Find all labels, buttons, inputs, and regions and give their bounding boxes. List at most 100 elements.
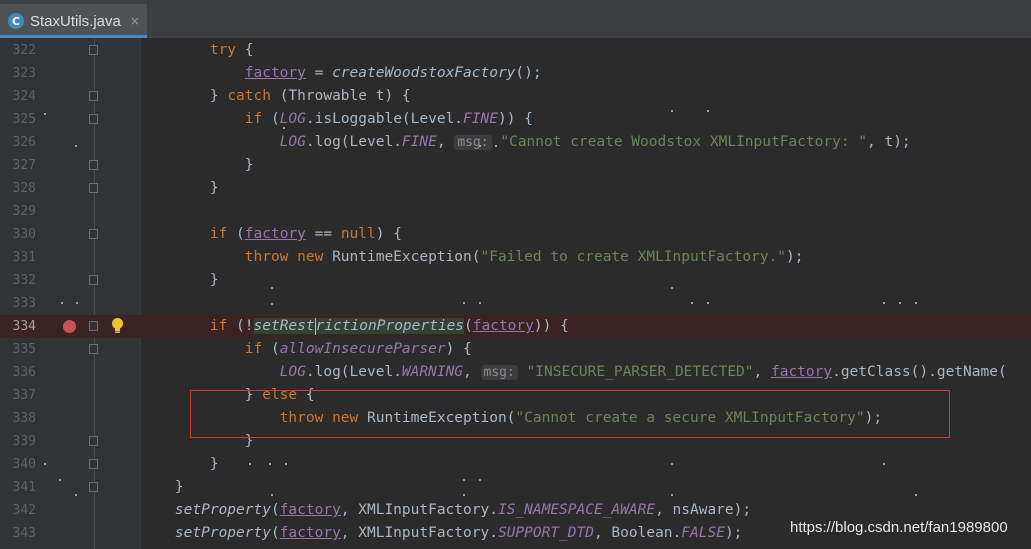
code-line[interactable]: 322 try {	[0, 39, 1031, 62]
code-text[interactable]: throw new RuntimeException("Failed to cr…	[140, 246, 804, 269]
fold-marker-icon[interactable]	[89, 183, 98, 193]
fold-marker-icon[interactable]	[89, 45, 98, 55]
code-line[interactable]: 341 }	[0, 476, 1031, 499]
line-number[interactable]: 329	[0, 200, 36, 223]
fold-marker-icon[interactable]	[89, 229, 98, 239]
code-line[interactable]: 324 } catch (Throwable t) {	[0, 85, 1031, 108]
code-token: }	[140, 180, 219, 196]
code-line[interactable]: 329	[0, 200, 1031, 223]
line-number[interactable]: 335	[0, 338, 36, 361]
code-text[interactable]: }	[140, 154, 254, 177]
code-line[interactable]: 325 if (LOG.isLoggable(Level.FINE)) {	[0, 108, 1031, 131]
line-number[interactable]: 338	[0, 407, 36, 430]
code-line[interactable]: 335 if (allowInsecureParser) {	[0, 338, 1031, 361]
code-token: WARNING	[401, 364, 464, 380]
code-line[interactable]: 327 }	[0, 154, 1031, 177]
code-text[interactable]: LOG.log(Level.WARNING, msg: "INSECURE_PA…	[140, 361, 1007, 384]
tab-staxutils-java[interactable]: C StaxUtils.java ×	[0, 4, 147, 38]
code-text[interactable]: if (allowInsecureParser) {	[140, 338, 472, 361]
code-token: }	[140, 88, 228, 104]
fold-marker-icon[interactable]	[89, 275, 98, 285]
line-number[interactable]: 326	[0, 131, 36, 154]
line-number[interactable]: 325	[0, 108, 36, 131]
fold-marker-icon[interactable]	[89, 160, 98, 170]
line-number[interactable]: 324	[0, 85, 36, 108]
fold-marker-icon[interactable]	[89, 482, 98, 492]
code-text[interactable]: }	[140, 269, 219, 292]
parameter-hint: msg:	[480, 365, 518, 380]
code-text[interactable]: } catch (Throwable t) {	[140, 85, 411, 108]
code-token: =	[305, 65, 333, 81]
line-number[interactable]: 337	[0, 384, 36, 407]
code-line[interactable]: 331 throw new RuntimeException("Failed t…	[0, 246, 1031, 269]
code-text[interactable]: }	[140, 476, 184, 499]
code-line[interactable]: 336 LOG.log(Level.WARNING, msg: "INSECUR…	[0, 361, 1031, 384]
code-line[interactable]: 340 }	[0, 453, 1031, 476]
line-number[interactable]: 323	[0, 62, 36, 85]
code-text[interactable]: if (!setRestrictionProperties(factory)) …	[140, 315, 569, 338]
code-text[interactable]: if (LOG.isLoggable(Level.FINE)) {	[140, 108, 533, 131]
render-artifact-dot	[271, 494, 273, 496]
code-token: (	[270, 502, 280, 518]
code-token: ,	[436, 134, 455, 150]
render-artifact-dot	[495, 145, 497, 147]
line-number[interactable]: 342	[0, 499, 36, 522]
code-token: , t);	[867, 134, 911, 150]
line-number[interactable]: 336	[0, 361, 36, 384]
fold-marker-icon[interactable]	[89, 91, 98, 101]
intention-bulb-icon[interactable]	[111, 317, 124, 335]
code-token: .isLoggable(Level.	[305, 111, 464, 127]
line-number[interactable]: 333	[0, 292, 36, 315]
line-number[interactable]: 341	[0, 476, 36, 499]
code-text[interactable]: setProperty(factory, XMLInputFactory.SUP…	[140, 522, 742, 545]
line-number[interactable]: 331	[0, 246, 36, 269]
code-token: "INSECURE_PARSER_DETECTED"	[517, 364, 754, 380]
code-token: LOG	[279, 111, 306, 127]
code-text[interactable]: if (factory == null) {	[140, 223, 402, 246]
code-line[interactable]: 332 }	[0, 269, 1031, 292]
code-text[interactable]: }	[140, 177, 219, 200]
line-number[interactable]: 332	[0, 269, 36, 292]
code-token: ,	[463, 364, 481, 380]
render-artifact-dot	[44, 113, 46, 115]
line-number[interactable]: 327	[0, 154, 36, 177]
code-line[interactable]: 334 if (!setRestrictionProperties(factor…	[0, 315, 1031, 338]
line-number[interactable]: 334	[0, 315, 36, 338]
code-text[interactable]: factory = createWoodstoxFactory();	[140, 62, 542, 85]
code-text[interactable]: }	[140, 453, 219, 476]
fold-marker-icon[interactable]	[89, 344, 98, 354]
code-text[interactable]: setProperty(factory, XMLInputFactory.IS_…	[140, 499, 751, 522]
code-token: (!	[227, 318, 254, 334]
breakpoint-icon[interactable]	[63, 320, 76, 333]
code-line[interactable]: 326 LOG.log(Level.FINE, msg: "Cannot cre…	[0, 131, 1031, 154]
code-line[interactable]: 330 if (factory == null) {	[0, 223, 1031, 246]
close-icon[interactable]: ×	[130, 14, 140, 28]
render-artifact-dot	[479, 145, 481, 147]
line-number[interactable]: 322	[0, 39, 36, 62]
render-artifact-dot	[463, 302, 465, 304]
code-token: .log(Level.	[305, 134, 402, 150]
code-line[interactable]: 333	[0, 292, 1031, 315]
code-line[interactable]: 328 }	[0, 177, 1031, 200]
fold-marker-icon[interactable]	[89, 436, 98, 446]
code-token: "Cannot create Woodstox XMLInputFactory:…	[491, 134, 868, 150]
code-editor[interactable]: 322 try {323 factory = createWoodstoxFac…	[0, 38, 1031, 549]
render-artifact-dot	[479, 302, 481, 304]
code-line[interactable]: 323 factory = createWoodstoxFactory();	[0, 62, 1031, 85]
fold-marker-icon[interactable]	[89, 114, 98, 124]
line-number[interactable]: 330	[0, 223, 36, 246]
code-token: FALSE	[681, 525, 725, 541]
line-number[interactable]: 328	[0, 177, 36, 200]
line-number[interactable]: 339	[0, 430, 36, 453]
fold-marker-icon[interactable]	[89, 321, 98, 331]
code-token: )) {	[533, 318, 569, 334]
render-artifact-dot	[479, 479, 481, 481]
parameter-hint: msg:	[454, 135, 492, 150]
line-number[interactable]: 343	[0, 522, 36, 545]
line-number[interactable]: 340	[0, 453, 36, 476]
code-text[interactable]: LOG.log(Level.FINE, msg: "Cannot create …	[140, 131, 911, 154]
fold-marker-icon[interactable]	[89, 459, 98, 469]
code-text[interactable]: try {	[140, 39, 254, 62]
